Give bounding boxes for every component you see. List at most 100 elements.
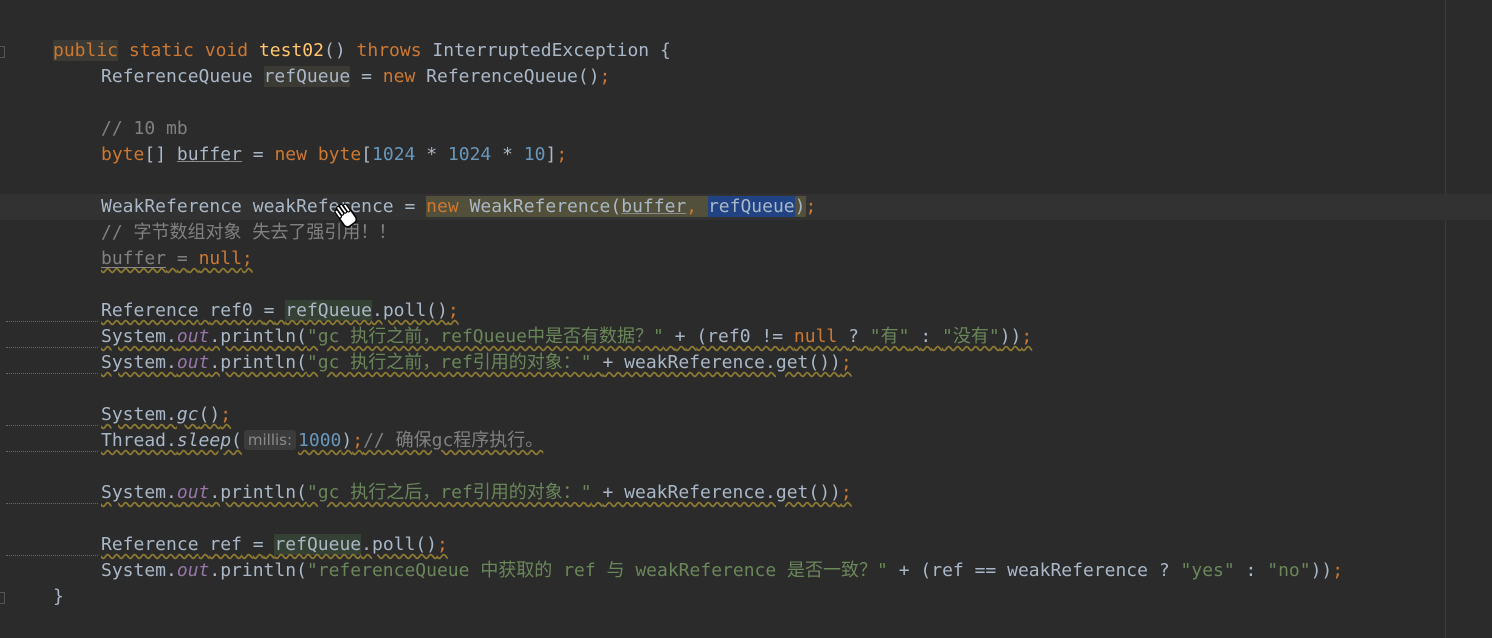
variable-ref: ref bbox=[209, 534, 242, 555]
assign-operator: = bbox=[252, 144, 264, 165]
multiply-operator: * bbox=[502, 144, 513, 165]
class-system: System. bbox=[101, 326, 177, 347]
semicolon: ; bbox=[220, 404, 232, 425]
code-line-6[interactable]: // 字节数组对象 失去了强引用！！ bbox=[0, 220, 1492, 246]
method-parens: () bbox=[198, 404, 221, 425]
type-name: ReferenceQueue bbox=[101, 66, 253, 87]
semicolon: ; bbox=[840, 482, 852, 503]
static-method-sleep: sleep bbox=[176, 430, 232, 451]
number-literal: 1024 bbox=[372, 144, 416, 165]
close-paren: ) bbox=[341, 430, 353, 451]
string-literal: "gc 执行之前，ref引用的对象：" bbox=[306, 352, 592, 373]
static-field-out: out bbox=[176, 482, 210, 503]
type-name: WeakReference bbox=[101, 196, 242, 217]
close-paren: )) bbox=[1310, 560, 1333, 581]
keyword-new: new bbox=[274, 144, 307, 165]
keyword-public: public bbox=[53, 40, 119, 61]
semicolon: ; bbox=[447, 300, 459, 321]
keyword-null: null bbox=[198, 248, 242, 269]
code-line-1[interactable]: public static void test02() throws Inter… bbox=[0, 38, 1492, 64]
type-name: Reference bbox=[101, 300, 199, 321]
static-field-out: out bbox=[176, 560, 210, 581]
keyword-new: new bbox=[382, 66, 416, 87]
method-call: .println( bbox=[209, 482, 307, 503]
code-line-12[interactable]: Thread.sleep(millis: 1000);// 确保gc程序执行。 bbox=[0, 428, 1492, 454]
code-line-10[interactable]: System.out.println("gc 执行之前，ref引用的对象：" +… bbox=[0, 350, 1492, 376]
comma: , bbox=[686, 196, 698, 217]
array-brackets: [] bbox=[144, 144, 167, 165]
expression: + (ref == weakReference ? bbox=[898, 560, 1170, 581]
number-literal: 1000 bbox=[298, 430, 342, 451]
class-system: System. bbox=[101, 404, 177, 425]
code-line-5[interactable]: WeakReference weakReference = new WeakRe… bbox=[0, 194, 1492, 220]
constructor-call: WeakReference( bbox=[469, 196, 622, 217]
keyword-null: null bbox=[793, 326, 838, 347]
close-paren: )) bbox=[999, 326, 1022, 347]
code-line-8[interactable]: Reference ref0 = refQueue.poll(); bbox=[0, 298, 1492, 324]
code-line-2[interactable]: ReferenceQueue refQueue = new ReferenceQ… bbox=[0, 64, 1492, 90]
keyword-static: static bbox=[128, 40, 194, 61]
method-call: .poll() bbox=[371, 300, 448, 321]
code-line-14[interactable]: Reference ref = refQueue.poll(); bbox=[0, 532, 1492, 558]
number-literal: 10 bbox=[523, 144, 546, 165]
open-paren: ( bbox=[231, 430, 242, 451]
keyword-throws: throws bbox=[356, 40, 422, 61]
ternary-operator: ? bbox=[848, 326, 859, 347]
variable-buffer: buffer bbox=[101, 248, 167, 269]
semicolon: ; bbox=[599, 66, 611, 87]
type-byte: byte bbox=[317, 144, 362, 165]
keyword-new: new bbox=[426, 196, 459, 217]
exception-type: InterruptedException bbox=[432, 40, 650, 61]
code-line-16[interactable]: } bbox=[0, 584, 1492, 610]
assign-operator: = bbox=[263, 300, 275, 321]
plus-operator: + bbox=[674, 326, 686, 347]
method-name: test02 bbox=[258, 40, 324, 61]
keyword-void: void bbox=[204, 40, 249, 61]
code-line-13[interactable]: System.out.println("gc 执行之后，ref引用的对象：" +… bbox=[0, 480, 1492, 506]
code-line-4[interactable]: byte[] buffer = new byte[1024 * 1024 * 1… bbox=[0, 142, 1492, 168]
code-editor[interactable]: public static void test02() throws Inter… bbox=[0, 0, 1492, 638]
close-paren: ) bbox=[794, 196, 806, 217]
string-literal: "referenceQueue 中获取的 ref 与 weakReference… bbox=[306, 560, 888, 581]
open-bracket: [ bbox=[361, 144, 373, 165]
code-line-3[interactable]: // 10 mb bbox=[0, 116, 1492, 142]
string-literal: "gc 执行之后，ref引用的对象：" bbox=[306, 482, 592, 503]
assign-operator: = bbox=[361, 66, 372, 87]
assign-operator: = bbox=[404, 196, 416, 217]
code-line-15[interactable]: System.out.println("referenceQueue 中获取的 … bbox=[0, 558, 1492, 584]
code-line-11[interactable]: System.gc(); bbox=[0, 402, 1492, 428]
variable-refqueue: refQueue bbox=[285, 300, 372, 321]
expression: + weakReference.get()) bbox=[602, 352, 841, 373]
selected-text-refqueue[interactable]: refQueue bbox=[707, 196, 795, 217]
string-literal: "gc 执行之前，refQueue中是否有数据？" bbox=[306, 326, 664, 347]
multiply-operator: * bbox=[426, 144, 438, 165]
code-line-9[interactable]: System.out.println("gc 执行之前，refQueue中是否有… bbox=[0, 324, 1492, 350]
close-bracket: ] bbox=[545, 144, 557, 165]
semicolon: ; bbox=[840, 352, 852, 373]
semicolon: ; bbox=[1021, 326, 1033, 347]
semicolon: ; bbox=[556, 144, 568, 165]
assign-operator: = bbox=[252, 534, 264, 555]
semicolon: ; bbox=[805, 196, 817, 217]
expression: + weakReference.get()) bbox=[602, 482, 841, 503]
variable-buffer: buffer bbox=[176, 144, 242, 165]
open-brace: { bbox=[659, 40, 671, 61]
method-parens: () bbox=[323, 40, 346, 61]
code-line-7[interactable]: buffer = null; bbox=[0, 246, 1492, 272]
close-brace: } bbox=[53, 586, 64, 607]
method-call: .poll() bbox=[361, 534, 437, 555]
method-call: .println( bbox=[209, 326, 307, 347]
semicolon: ; bbox=[437, 534, 448, 555]
class-system: System. bbox=[101, 352, 177, 373]
ternary-colon: : bbox=[1245, 560, 1257, 581]
semicolon: ; bbox=[1332, 560, 1344, 581]
static-method-gc: gc bbox=[176, 404, 199, 425]
ternary-colon: : bbox=[920, 326, 932, 347]
type-byte: byte bbox=[101, 144, 145, 165]
semicolon: ; bbox=[352, 430, 364, 451]
class-system: System. bbox=[101, 560, 177, 581]
variable-ref0: ref0 bbox=[209, 300, 253, 321]
assign-operator: = bbox=[176, 248, 188, 269]
semicolon: ; bbox=[241, 248, 253, 269]
variable-weakreference: weakReference bbox=[252, 196, 394, 217]
